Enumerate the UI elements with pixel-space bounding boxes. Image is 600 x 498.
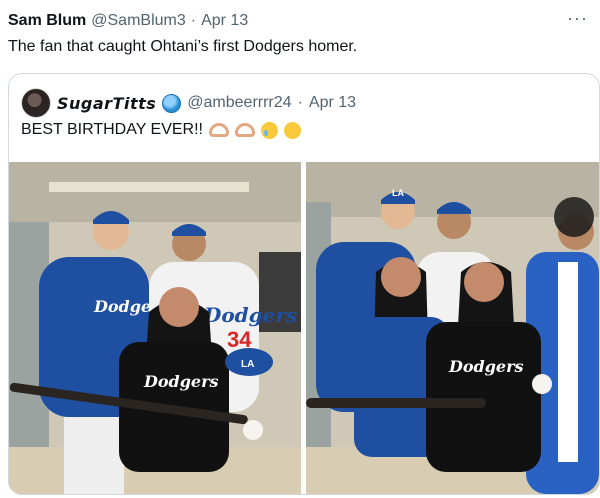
globe-icon xyxy=(162,93,182,113)
tweet-card[interactable]: Sam Blum @SamBlum3 · Apr 13 ··· The fan … xyxy=(0,0,600,498)
photo-left-illustration: Dodgers Dodgers 34 Dodgers LA xyxy=(9,162,301,494)
tweet-date[interactable]: Apr 13 xyxy=(201,12,248,30)
author-handle[interactable]: @SamBlum3 xyxy=(91,12,186,30)
left-cap-letters: LA xyxy=(241,359,254,370)
left-jersey-text: Dodgers xyxy=(203,303,297,327)
photo-right-illustration: Dodgers LA xyxy=(306,162,599,494)
photo-left[interactable]: Dodgers Dodgers 34 Dodgers LA xyxy=(9,162,301,494)
photo-right[interactable]: Dodgers LA xyxy=(306,162,599,494)
avatar[interactable] xyxy=(21,88,51,118)
quoted-handle[interactable]: @ambeerrrr24 xyxy=(187,94,291,112)
right-fan-jersey-text: Dodgers xyxy=(448,357,524,376)
header-separator: · xyxy=(190,12,197,29)
quoted-date[interactable]: Apr 13 xyxy=(309,94,356,112)
smiling-face-icon xyxy=(283,121,301,139)
author-display-name[interactable]: Sam Blum xyxy=(8,12,86,30)
quoted-tweet-header: 𝙎𝙪𝙜𝙖𝙧𝙏𝙞𝙩𝙩𝙨 @ambeerrrr24 · Apr 13 xyxy=(21,88,356,118)
left-fan-jersey-text: Dodgers xyxy=(143,372,219,391)
tweet-text: The fan that caught Ohtani’s first Dodge… xyxy=(8,38,358,55)
quoted-tweet[interactable]: 𝙎𝙪𝙜𝙖𝙧𝙏𝙞𝙩𝙩𝙨 @ambeerrrr24 · Apr 13 BEST BI… xyxy=(8,73,600,495)
tweet-header: Sam Blum @SamBlum3 · Apr 13 xyxy=(8,12,248,30)
heart-hands-icon xyxy=(234,123,255,137)
heart-hands-icon xyxy=(208,123,229,137)
quoted-separator: · xyxy=(297,94,303,111)
quoted-text-row: BEST BIRTHDAY EVER!! xyxy=(21,121,301,139)
more-options-icon[interactable]: ··· xyxy=(567,8,588,29)
face-holding-back-tears-icon xyxy=(260,121,278,139)
quoted-text: BEST BIRTHDAY EVER!! xyxy=(21,121,203,138)
quoted-display-name[interactable]: 𝙎𝙪𝙜𝙖𝙧𝙏𝙞𝙩𝙩𝙨 xyxy=(57,94,156,113)
right-cap-letters: LA xyxy=(392,188,404,198)
